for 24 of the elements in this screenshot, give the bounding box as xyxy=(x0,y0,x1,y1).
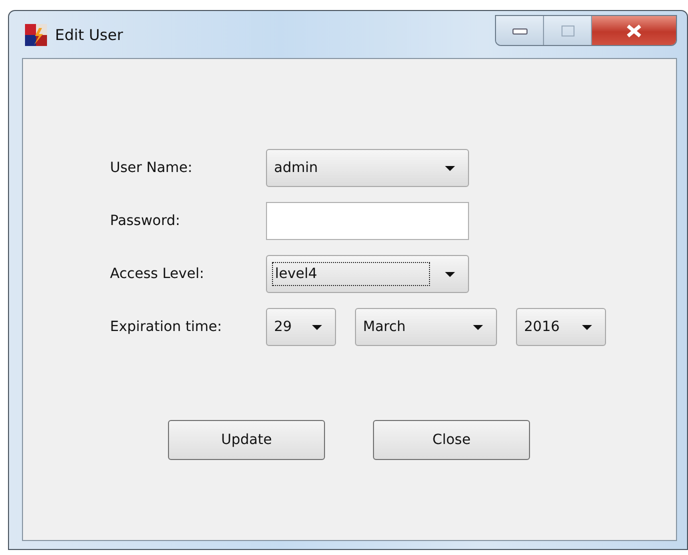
dropdown[interactable]: 2016 xyxy=(516,308,606,346)
caret-icon xyxy=(311,324,323,330)
close-icon xyxy=(625,24,643,38)
app-icon xyxy=(25,24,47,46)
close-dialog-button[interactable]: Close xyxy=(373,420,530,460)
minimize-icon xyxy=(512,26,528,34)
password-field[interactable] xyxy=(266,202,469,240)
update-button[interactable]: Update xyxy=(168,420,325,460)
dropdown[interactable]: admin xyxy=(266,149,469,187)
caret-icon xyxy=(444,164,456,172)
maximize-icon xyxy=(560,24,574,36)
caret-icon xyxy=(444,270,456,278)
window-title: Edit User xyxy=(55,26,124,44)
field-label: Expiration time: xyxy=(110,319,222,335)
minimize-button[interactable] xyxy=(496,16,544,45)
field-label: User Name: xyxy=(110,160,192,176)
caret-icon xyxy=(472,324,484,330)
field-label: Password: xyxy=(110,213,180,229)
dropdown[interactable]: 29 xyxy=(266,308,336,346)
dropdown[interactable]: March xyxy=(355,308,497,346)
dropdown[interactable]: level4 xyxy=(266,255,469,293)
close-button[interactable] xyxy=(592,16,676,45)
field-label: Access Level: xyxy=(110,266,204,282)
caret-icon xyxy=(581,324,593,330)
